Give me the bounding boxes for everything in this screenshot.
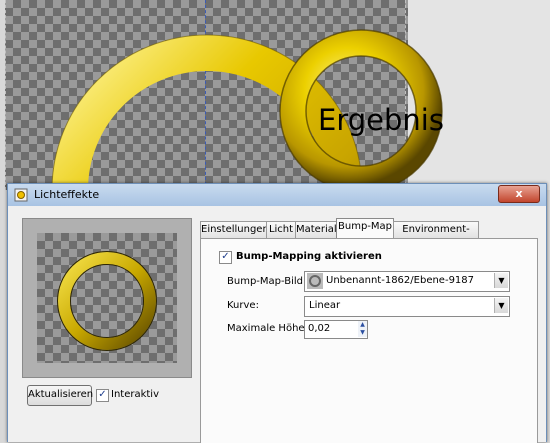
close-button[interactable]: x (498, 185, 540, 203)
spin-up-icon[interactable]: ▲ (358, 321, 367, 329)
interactive-label: Interaktiv (111, 389, 160, 400)
chevron-down-icon[interactable]: ▼ (494, 298, 508, 313)
max-height-value: 0,02 (308, 323, 331, 334)
spin-down-icon[interactable]: ▼ (358, 329, 367, 337)
tab-bar: Einstellungen Licht Material Bump-Map En… (200, 218, 536, 251)
curve-select[interactable]: Linear ▼ (304, 296, 510, 317)
tab-licht[interactable]: Licht (266, 221, 296, 238)
dialog-title-bar[interactable]: Lichteffekte x (8, 184, 546, 206)
image-thumbnail-icon (307, 273, 323, 289)
lighting-effects-dialog: Lichteffekte x Aktualisieren ✓ Interakti… (7, 183, 547, 443)
tab-environment-map[interactable]: Environment-Map (393, 221, 479, 251)
interactive-checkbox[interactable]: ✓ (96, 389, 109, 402)
tab-einstellungen[interactable]: Einstellungen (200, 221, 269, 238)
update-button[interactable]: Aktualisieren (27, 385, 93, 406)
bump-mapping-checkbox[interactable]: ✓ (219, 251, 232, 264)
bump-map-image-select[interactable]: Unbenannt-1862/Ebene-9187 ▼ (304, 271, 510, 292)
bump-map-image-label: Bump-Map-Bild: (227, 276, 307, 287)
tab-material[interactable]: Material (295, 221, 337, 238)
bump-mapping-label: Bump-Mapping aktivieren (236, 251, 382, 262)
preview-ring (57, 251, 157, 351)
bump-map-image-value: Unbenannt-1862/Ebene-9187 (326, 275, 475, 286)
preview-area (22, 218, 192, 378)
close-icon: x (515, 187, 523, 200)
max-height-spinner[interactable]: 0,02 ▲ ▼ (304, 320, 368, 339)
chevron-down-icon[interactable]: ▼ (494, 273, 508, 288)
curve-value: Linear (309, 300, 341, 311)
curve-label: Kurve: (227, 300, 259, 311)
lighting-effects-icon (14, 188, 28, 202)
max-height-label: Maximale Höhe: (227, 323, 308, 334)
tab-bump-map[interactable]: Bump-Map (336, 218, 394, 239)
result-label: Ergebnis (318, 103, 444, 137)
bump-map-panel: ✓ Bump-Mapping aktivieren Bump-Map-Bild:… (200, 238, 538, 443)
dialog-title: Lichteffekte (34, 188, 100, 201)
